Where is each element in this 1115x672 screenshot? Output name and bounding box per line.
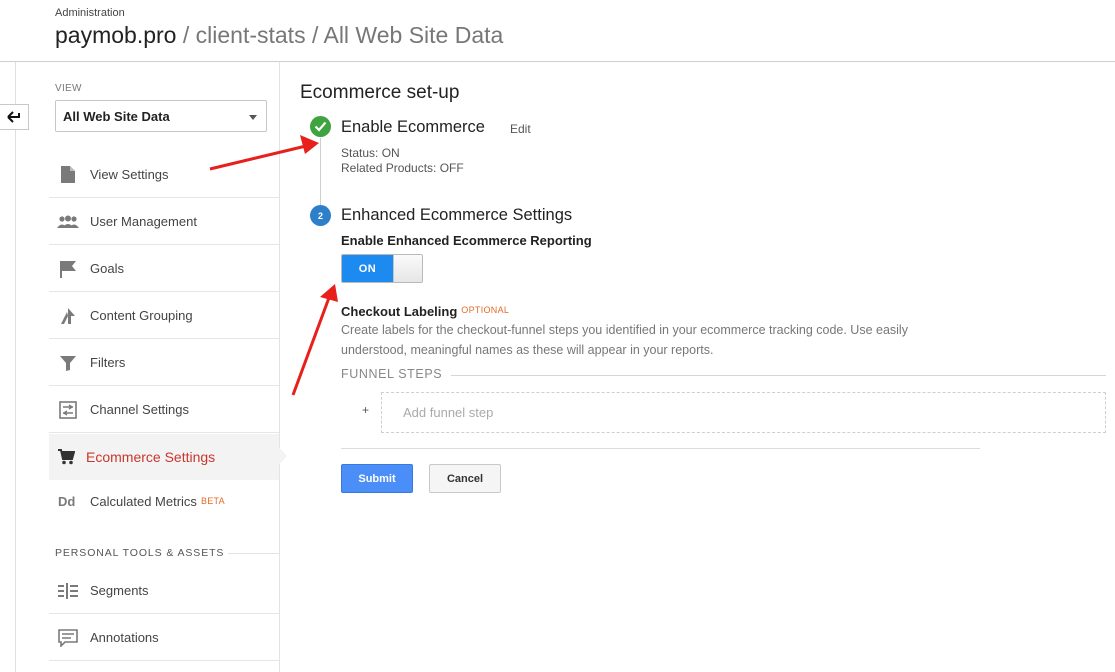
check-icon — [310, 116, 331, 137]
sidebar-item-segments[interactable]: Segments — [49, 568, 279, 614]
sidebar-item-channel-settings[interactable]: Channel Settings — [49, 387, 279, 433]
users-icon — [57, 211, 79, 233]
breadcrumb-account[interactable]: paymob.pro — [55, 22, 176, 48]
status-text: Status: ON — [341, 146, 400, 160]
breadcrumb-property[interactable]: / client-stats — [176, 22, 306, 48]
annotation-arrow-2 — [291, 284, 338, 396]
sidebar-item-label: Content Grouping — [90, 308, 193, 323]
active-item-pointer — [279, 447, 287, 465]
breadcrumb: paymob.pro / client-stats / All Web Site… — [55, 22, 503, 49]
sidebar-item-ecommerce-settings[interactable]: Ecommerce Settings — [49, 434, 279, 480]
form-divider — [341, 448, 980, 449]
chevron-down-icon — [249, 115, 257, 120]
sidebar-item-label: Calculated Metrics — [90, 493, 197, 509]
administration-label: Administration — [55, 7, 125, 19]
sidebar-item-view-settings[interactable]: View Settings — [49, 152, 279, 198]
step1-title: Enable Ecommerce — [341, 118, 485, 136]
dd-icon: Dd — [57, 490, 79, 512]
header-divider — [0, 61, 1115, 62]
checkout-labeling-label: Checkout Labeling — [341, 304, 458, 319]
annotations-icon — [57, 627, 79, 649]
content-grouping-icon — [57, 305, 79, 327]
page-title: Ecommerce set-up — [300, 82, 460, 103]
view-select[interactable]: All Web Site Data — [55, 100, 267, 132]
add-funnel-step-input[interactable]: Add funnel step — [381, 392, 1106, 433]
document-icon — [57, 164, 79, 186]
plus-icon: + — [362, 403, 370, 417]
enhanced-reporting-label: Enable Enhanced Ecommerce Reporting — [341, 233, 592, 248]
sidebar-item-label: Channel Settings — [90, 402, 190, 417]
step-connector — [320, 138, 321, 207]
sidebar-item-label: Filters — [90, 355, 126, 370]
funnel-icon — [57, 352, 79, 374]
funnel-steps-heading: FUNNEL STEPS — [341, 367, 443, 381]
enhanced-reporting-toggle[interactable]: ON — [341, 254, 423, 283]
cancel-button[interactable]: Cancel — [429, 464, 501, 493]
sidebar-item-goals[interactable]: Goals — [49, 246, 279, 292]
view-label: VIEW — [55, 83, 82, 94]
sidebar-divider — [279, 62, 280, 672]
optional-badge: OPTIONAL — [461, 305, 510, 315]
sidebar-item-annotations[interactable]: Annotations — [49, 615, 279, 661]
sidebar-item-filters[interactable]: Filters — [49, 340, 279, 386]
section-divider — [228, 553, 279, 554]
back-arrow-icon — [7, 111, 20, 123]
sidebar-item-label: Ecommerce Settings — [86, 448, 216, 465]
step-number-badge: 2 — [310, 205, 331, 226]
sidebar-item-label: User Management — [90, 214, 197, 229]
cart-icon — [55, 446, 77, 468]
funnel-divider — [451, 375, 1106, 376]
checkout-labeling-heading: Checkout Labeling OPTIONAL — [341, 304, 509, 319]
svg-text:Dd: Dd — [58, 494, 75, 508]
section-heading: PERSONAL TOOLS & ASSETS — [55, 547, 225, 559]
sidebar-item-label: Annotations — [90, 630, 159, 645]
rail-divider — [15, 62, 16, 672]
sidebar-item-calculated-metrics[interactable]: Dd Calculated Metrics BETA — [49, 478, 279, 524]
sidebar-item-user-management[interactable]: User Management — [49, 199, 279, 245]
beta-badge: BETA — [200, 496, 225, 506]
toggle-on-label: ON — [342, 255, 393, 282]
flag-icon — [57, 258, 79, 280]
view-select-value: All Web Site Data — [63, 109, 170, 124]
segments-icon — [57, 580, 79, 602]
sidebar-item-label: Goals — [90, 261, 124, 276]
sidebar-item-label: View Settings — [90, 167, 169, 182]
step2-title: Enhanced Ecommerce Settings — [341, 206, 573, 224]
edit-link[interactable]: Edit — [510, 122, 531, 136]
back-button[interactable] — [0, 104, 29, 130]
sidebar-item-content-grouping[interactable]: Content Grouping — [49, 293, 279, 339]
breadcrumb-view[interactable]: / All Web Site Data — [306, 22, 503, 48]
checkout-description: Create labels for the checkout-funnel st… — [341, 323, 908, 357]
sidebar-item-label: Segments — [90, 583, 149, 598]
related-products-text: Related Products: OFF — [341, 161, 464, 175]
channel-settings-icon — [57, 399, 79, 421]
submit-button[interactable]: Submit — [341, 464, 413, 493]
toggle-knob — [393, 255, 422, 282]
